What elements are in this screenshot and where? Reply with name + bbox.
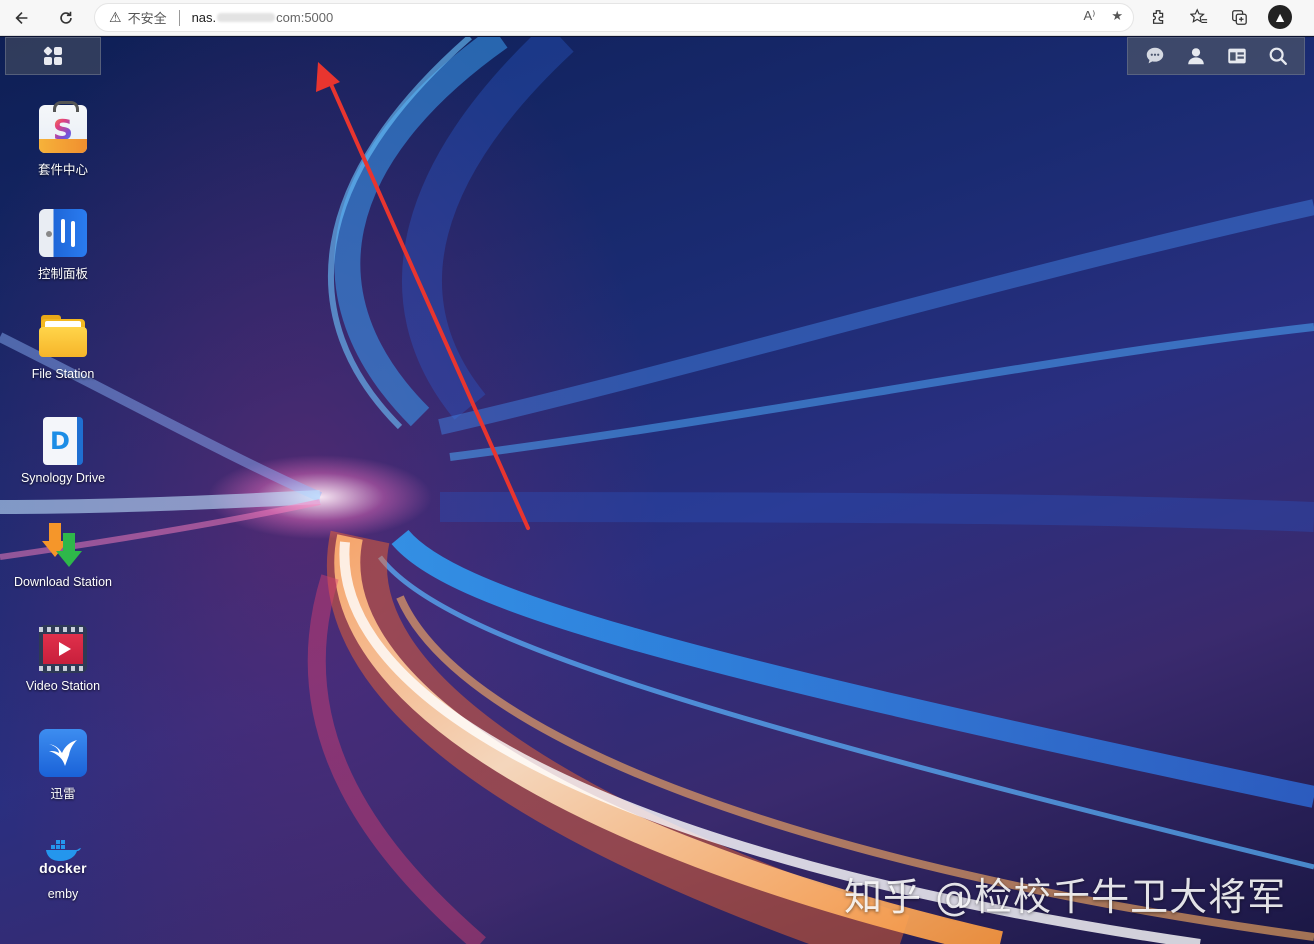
video-station-icon <box>39 625 87 673</box>
app-label: 套件中心 <box>37 163 88 177</box>
collections-icon[interactable] <box>1228 6 1250 28</box>
extensions-icon[interactable] <box>1148 6 1170 28</box>
warning-icon: ⚠ <box>109 9 122 25</box>
desktop-app-file-station[interactable]: File Station <box>0 313 126 413</box>
docker-icon: docker <box>39 833 87 881</box>
profile-icon[interactable]: ▲ <box>1268 5 1292 29</box>
user-icon[interactable] <box>1182 42 1210 70</box>
app-label: 迅雷 <box>50 787 76 801</box>
desktop-app-control-panel[interactable]: 控制面板 <box>0 209 126 309</box>
desktop-app-video-station[interactable]: Video Station <box>0 625 126 725</box>
main-menu-button[interactable] <box>5 37 101 75</box>
desktop-app-emby[interactable]: docker emby <box>0 833 126 933</box>
control-panel-icon <box>39 209 87 257</box>
url-redacted <box>217 13 276 22</box>
reload-icon[interactable] <box>52 4 80 32</box>
widgets-icon[interactable] <box>1223 42 1251 70</box>
desktop-app-package-center[interactable]: S 套件中心 <box>0 101 126 205</box>
favorites-icon[interactable] <box>1188 6 1210 28</box>
app-label: 控制面板 <box>37 267 88 281</box>
address-bar[interactable]: ⚠ 不安全 nas. com:5000 A⁾ ★ <box>94 3 1134 32</box>
synology-drive-icon: D <box>43 417 83 465</box>
xunlei-icon <box>39 729 87 777</box>
read-aloud-icon[interactable]: A⁾ <box>1083 8 1095 24</box>
url-suffix: com:5000 <box>276 10 334 25</box>
app-label: Synology Drive <box>20 471 106 485</box>
download-station-icon <box>39 521 87 569</box>
package-center-icon: S <box>39 101 87 153</box>
watermark: 知乎 @检校千牛卫大将军 <box>844 875 1287 919</box>
desktop-app-xunlei[interactable]: 迅雷 <box>0 729 126 829</box>
desktop-app-synology-drive[interactable]: D Synology Drive <box>0 417 126 517</box>
search-icon[interactable] <box>1264 42 1292 70</box>
system-tray <box>1127 37 1305 75</box>
favorite-star-icon[interactable]: ★ <box>1111 8 1123 24</box>
docker-wordmark: docker <box>39 860 87 876</box>
browser-toolbar: ⚠ 不安全 nas. com:5000 A⁾ ★ ▲ <box>0 0 1314 36</box>
dsm-desktop: S 套件中心 控制面板 File Station D Synology Driv… <box>0 37 1314 944</box>
file-station-icon <box>39 313 87 361</box>
main-menu-icon <box>43 46 62 65</box>
security-label: 不安全 <box>127 11 167 26</box>
wallpaper <box>0 37 1314 944</box>
app-label: emby <box>47 887 79 901</box>
app-label: Download Station <box>14 575 112 589</box>
address-separator <box>178 9 180 26</box>
url-prefix: nas. <box>191 10 217 25</box>
chat-icon[interactable] <box>1141 42 1169 70</box>
back-icon[interactable] <box>8 4 36 32</box>
app-label: File Station <box>31 367 95 381</box>
desktop-app-download-station[interactable]: Download Station <box>0 521 126 621</box>
app-label: Video Station <box>25 679 101 693</box>
